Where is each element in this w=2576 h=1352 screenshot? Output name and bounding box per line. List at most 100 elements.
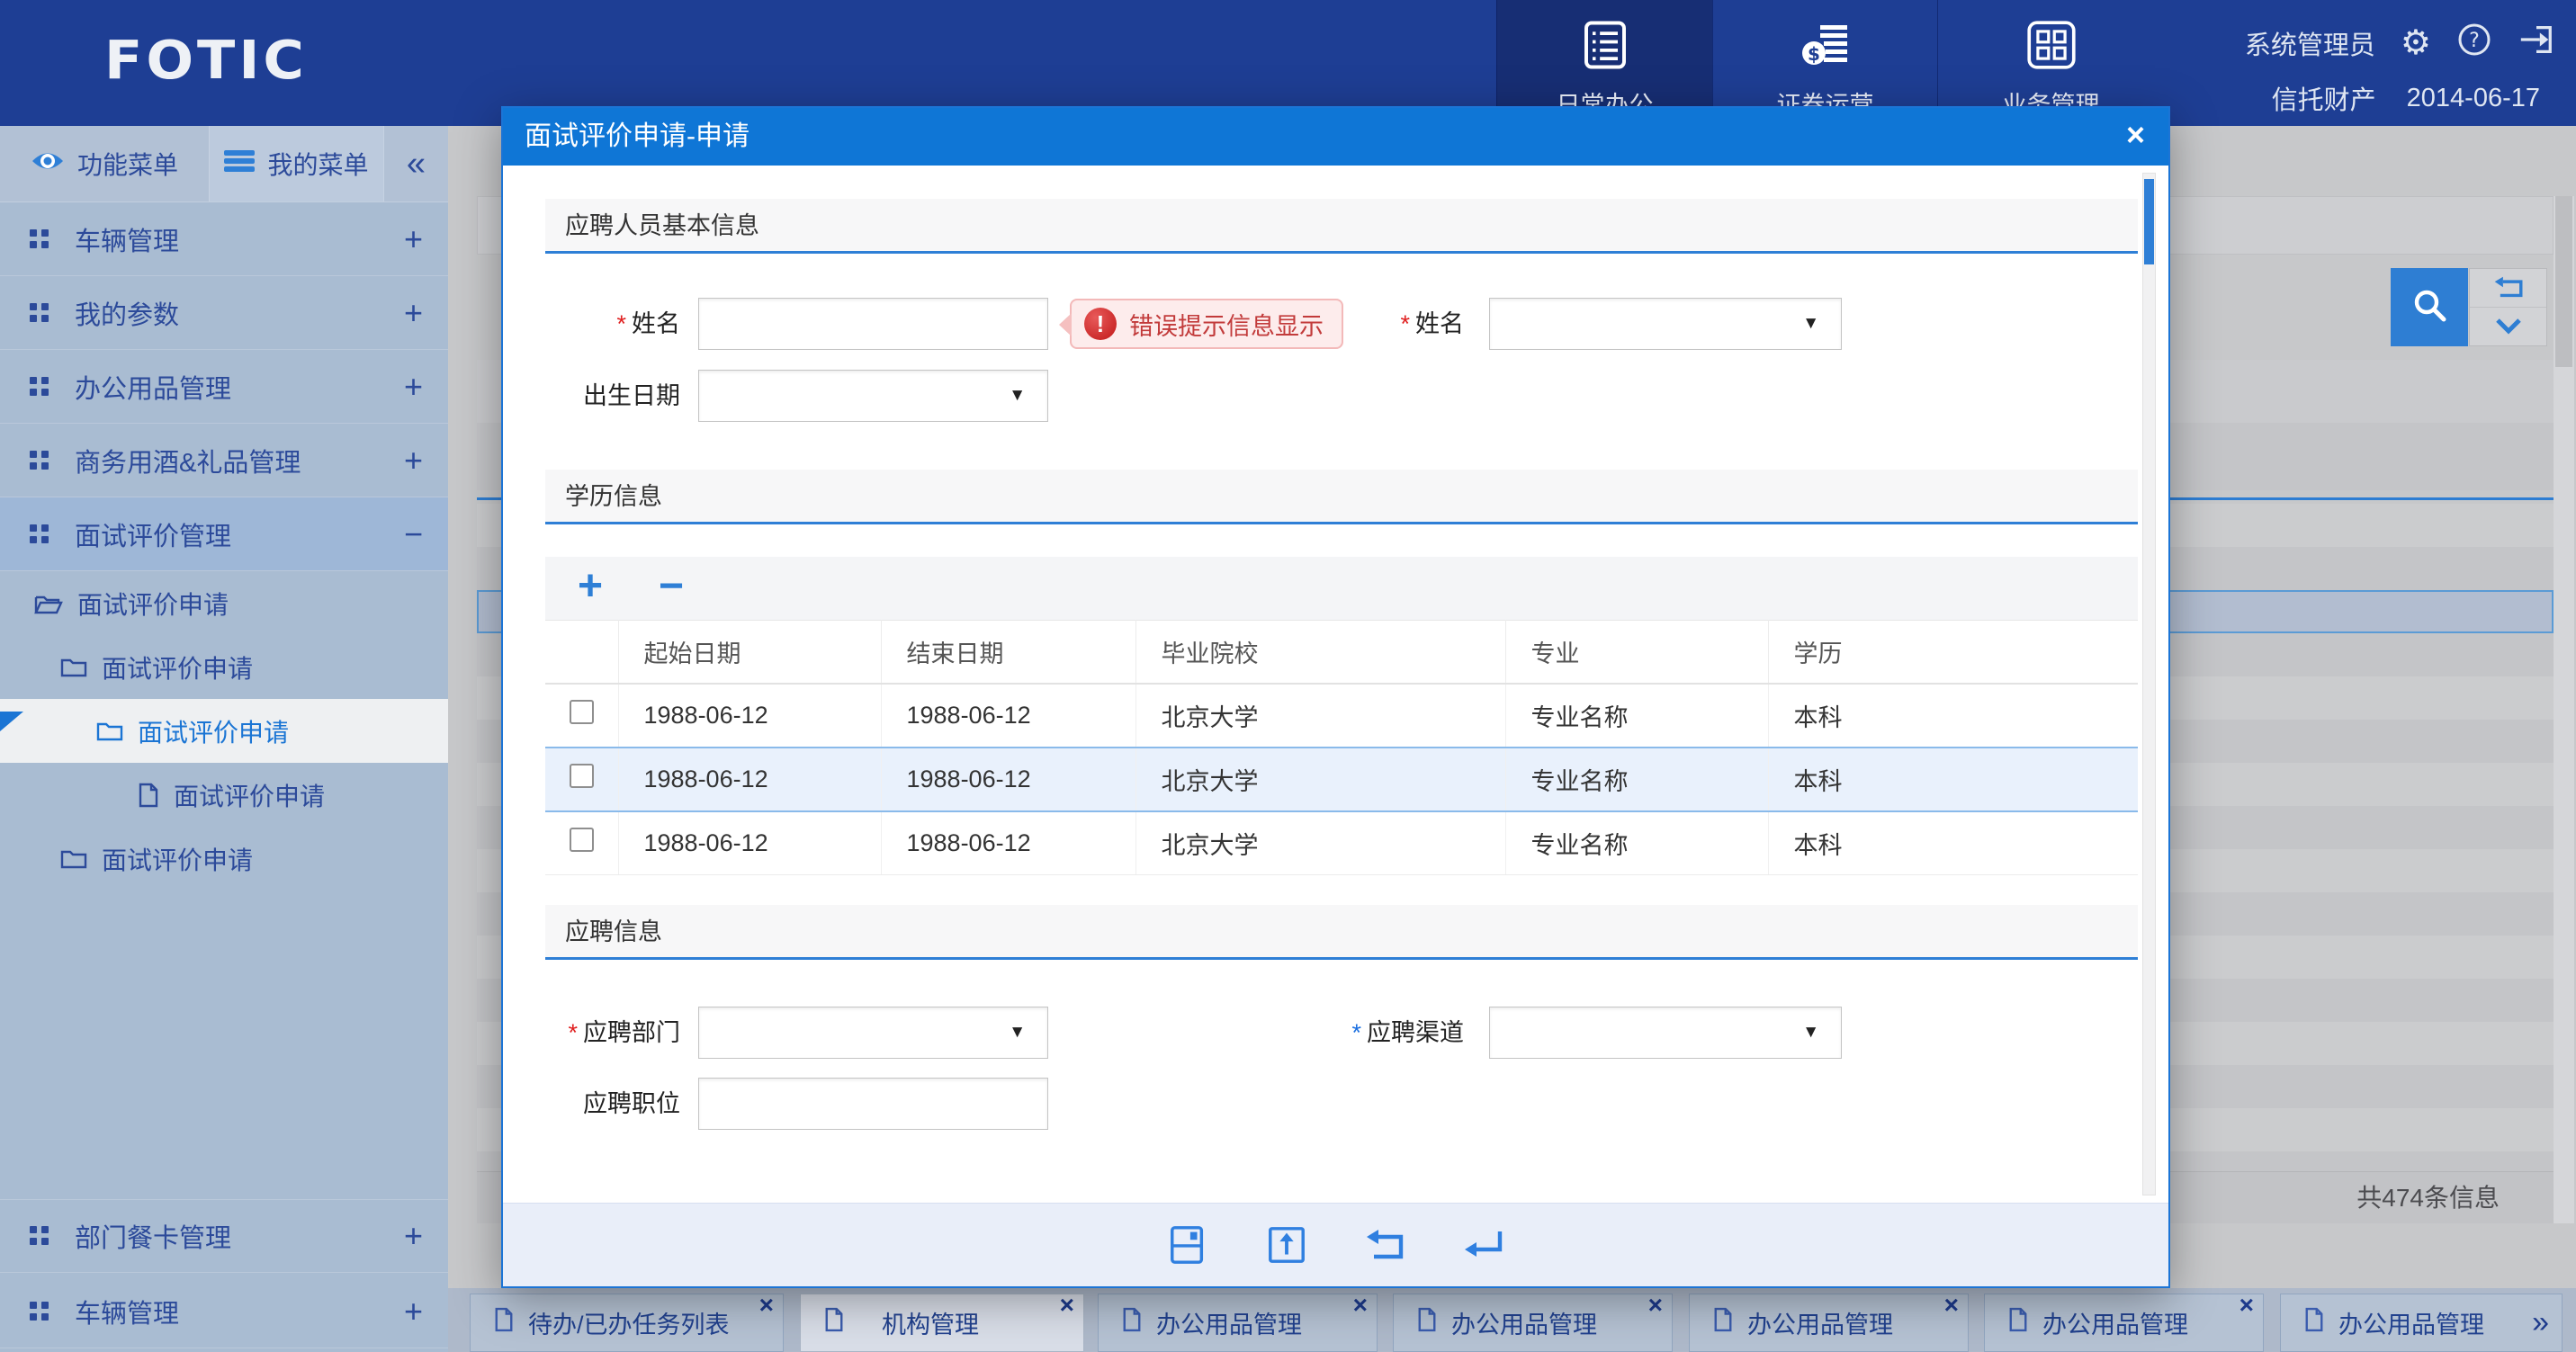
page-scrollbar[interactable] [2554, 196, 2574, 1223]
cell-degree: 本科 [1768, 811, 2138, 875]
table-row[interactable]: 1988-06-12 1988-06-12 北京大学 专业名称 本科 [545, 811, 2138, 875]
user-org-row: 信托财产 2014-06-17 [2186, 79, 2540, 117]
tree-item-interview-apply-l2b[interactable]: 面试评价申请 [0, 827, 448, 891]
required-asterisk: * [568, 1019, 578, 1046]
tree-item-interview-apply-l2[interactable]: 面试评价申请 [0, 635, 448, 699]
svg-text:?: ? [2469, 30, 2480, 52]
tab-label: 我的菜单 [267, 146, 368, 182]
caret-down-icon: ▼ [1009, 1023, 1026, 1043]
education-toolbar: + − [545, 557, 2138, 620]
field-label-dept: *应聘部门 [545, 1007, 680, 1059]
channel-select[interactable]: ▼ [1489, 1007, 1842, 1059]
save-icon[interactable] [1166, 1223, 1209, 1267]
required-asterisk: * [616, 310, 626, 337]
modal-body: 应聘人员基本信息 *姓名 ! 错误提示信息显示 *姓名 ▼ 出生日期 ▼ [503, 166, 2168, 1203]
chevron-down-icon[interactable] [2470, 308, 2546, 345]
hamburger-icon [224, 149, 255, 179]
enter-icon[interactable] [1463, 1223, 1506, 1267]
cell-school: 北京大学 [1135, 748, 1505, 811]
close-icon[interactable]: × [1353, 1291, 1368, 1320]
modal-title: 面试评价申请-申请 [525, 108, 749, 166]
expand-toggle[interactable]: + [404, 1293, 423, 1330]
row-checkbox[interactable] [570, 700, 594, 724]
sidebar-item-office-supplies[interactable]: 办公用品管理 + [0, 350, 448, 424]
close-icon[interactable]: × [1060, 1291, 1074, 1320]
column-header: 结束日期 [881, 621, 1135, 684]
bottom-tab-org-mgmt[interactable]: 机构管理 × [800, 1294, 1084, 1352]
help-icon[interactable]: ? [2456, 22, 2492, 65]
required-asterisk: * [1400, 310, 1410, 337]
modal-scrollbar[interactable] [2142, 173, 2156, 1195]
eye-icon [31, 149, 65, 179]
expand-toggle[interactable]: + [404, 220, 423, 258]
close-icon[interactable]: × [2239, 1291, 2254, 1320]
sidebar-item-wine-gifts[interactable]: 商务用酒&礼品管理 + [0, 424, 448, 497]
tab-overflow-icon[interactable]: » [2532, 1305, 2549, 1340]
name-input[interactable] [698, 298, 1048, 350]
svg-text:$: $ [1808, 43, 1820, 65]
birthdate-select[interactable]: ▼ [698, 370, 1048, 422]
cell-start-date: 1988-06-12 [618, 748, 881, 811]
document-icon [824, 1307, 844, 1339]
expand-toggle[interactable]: + [404, 442, 423, 479]
scrollbar-thumb[interactable] [2555, 196, 2572, 367]
sidebar-item-my-params[interactable]: 我的参数 + [0, 276, 448, 350]
column-header: 学历 [1768, 621, 2138, 684]
name2-select[interactable]: ▼ [1489, 298, 1842, 350]
selection-marker [0, 712, 23, 731]
user-org[interactable]: 信托财产 [2272, 79, 2376, 117]
modal-scrollbar-thumb[interactable] [2144, 179, 2154, 264]
logout-icon[interactable] [2518, 22, 2555, 65]
tab-my-menu[interactable]: 我的菜单 [210, 126, 384, 201]
bottom-tab-office-supplies-3[interactable]: 办公用品管理 × [1689, 1294, 1969, 1352]
sidebar-collapse-button[interactable]: « [384, 126, 448, 201]
tree-item-interview-apply-selected[interactable]: 面试评价申请 [0, 699, 448, 763]
gear-icon[interactable]: ⚙ [2401, 26, 2431, 60]
close-icon[interactable]: × [1648, 1291, 1663, 1320]
add-row-button[interactable]: + [578, 557, 603, 616]
column-header: 毕业院校 [1135, 621, 1505, 684]
bottom-tab-task-list[interactable]: 待办/已办任务列表 × [470, 1294, 784, 1352]
upload-icon[interactable] [1265, 1223, 1308, 1267]
close-icon[interactable]: × [759, 1291, 774, 1320]
app-logo: FOTIC [104, 29, 308, 91]
expand-toggle[interactable]: + [404, 294, 423, 332]
table-row[interactable]: 1988-06-12 1988-06-12 北京大学 专业名称 本科 [545, 684, 2138, 748]
position-input[interactable] [698, 1078, 1048, 1130]
tree-item-interview-apply-l1[interactable]: 面试评价申请 [0, 571, 448, 635]
tab-function-menu[interactable]: 功能菜单 [0, 126, 210, 201]
list-icon [1580, 20, 1630, 75]
document-icon [1122, 1307, 1142, 1339]
checkbox-column-header [545, 621, 618, 684]
bottom-tab-office-supplies-4[interactable]: 办公用品管理 × [1984, 1294, 2264, 1352]
caret-down-icon: ▼ [1009, 386, 1026, 406]
document-icon [1713, 1307, 1733, 1339]
table-row-selected[interactable]: 1988-06-12 1988-06-12 北京大学 专业名称 本科 [545, 748, 2138, 811]
close-icon[interactable]: × [2126, 108, 2145, 162]
close-icon[interactable]: × [1944, 1291, 1959, 1320]
tree-item-interview-apply-l4[interactable]: 面试评价申请 [0, 763, 448, 827]
row-checkbox[interactable] [570, 828, 594, 852]
cell-end-date: 1988-06-12 [881, 684, 1135, 748]
sidebar-item-dept-meal-card[interactable]: 部门餐卡管理 + [0, 1199, 448, 1273]
expand-toggle[interactable]: + [404, 368, 423, 406]
folder-open-icon [34, 592, 63, 615]
remove-row-button[interactable]: − [659, 557, 684, 616]
undo-icon[interactable] [1364, 1223, 1407, 1267]
dept-select[interactable]: ▼ [698, 1007, 1048, 1059]
reset-button[interactable] [2470, 269, 2546, 308]
collapse-toggle[interactable]: − [404, 515, 423, 553]
modal-header[interactable]: 面试评价申请-申请 × [503, 108, 2168, 166]
cell-start-date: 1988-06-12 [618, 684, 881, 748]
bottom-tab-office-supplies-2[interactable]: 办公用品管理 × [1393, 1294, 1673, 1352]
cell-end-date: 1988-06-12 [881, 748, 1135, 811]
bottom-tab-office-supplies-1[interactable]: 办公用品管理 × [1098, 1294, 1378, 1352]
row-checkbox[interactable] [570, 764, 594, 788]
expand-toggle[interactable]: + [404, 1217, 423, 1255]
sidebar-item-interview-eval-mgmt[interactable]: 面试评价管理 − [0, 497, 448, 571]
search-button[interactable] [2391, 268, 2468, 346]
sidebar-item-vehicle-mgmt-2[interactable]: 车辆管理 + [0, 1275, 448, 1348]
bottom-tab-office-supplies-5[interactable]: 办公用品管理 » [2280, 1294, 2563, 1352]
sidebar-item-vehicle-mgmt[interactable]: 车辆管理 + [0, 202, 448, 276]
folder-icon [60, 847, 87, 870]
